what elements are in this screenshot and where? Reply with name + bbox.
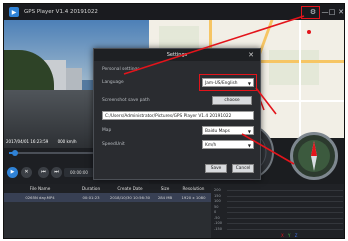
graph-tick-label: -100	[214, 221, 222, 225]
speed-unit-label: SpeedUnit	[102, 142, 125, 147]
col-resolution[interactable]: Resolution	[176, 184, 211, 193]
highlight-gear	[301, 6, 320, 19]
graph-gridline	[227, 212, 343, 213]
speed-unit-value: Km/h	[205, 143, 217, 148]
table-row[interactable]: 0265N day.MP4 00:01:23 2018/10/30 10:56:…	[4, 193, 211, 202]
osd-speed: 000 km/h	[57, 139, 77, 144]
graph-tick-label: 150	[214, 193, 221, 198]
personal-settings-label: Personal settings	[102, 67, 140, 72]
legend-x: X	[281, 233, 284, 238]
row-file-name: 0265N day.MP4	[25, 195, 55, 200]
play-button[interactable]: ▶	[7, 167, 18, 178]
compass-needle-icon	[311, 141, 317, 171]
graph-gridline	[227, 223, 343, 224]
highlight-language	[199, 74, 257, 91]
save-button[interactable]: Save	[205, 164, 227, 173]
col-duration[interactable]: Duration	[76, 184, 106, 193]
choose-button[interactable]: choose	[212, 96, 252, 105]
graph-tick-label: -50	[214, 215, 220, 220]
row-resolution: 1920 x 1080	[181, 195, 206, 200]
chevron-down-icon: ▼	[247, 143, 251, 148]
chevron-down-icon: ▼	[247, 129, 251, 134]
prev-button[interactable]: ⏮	[38, 167, 49, 178]
video-building	[66, 68, 82, 90]
file-table: File Name Duration Create Date Size Reso…	[4, 184, 211, 238]
col-create-date[interactable]: Create Date	[106, 184, 154, 193]
language-label: Language	[102, 80, 124, 85]
app-logo-icon: ▶	[9, 7, 19, 17]
screenshot-path-label: Screenshot save path	[102, 98, 150, 103]
settings-close-button[interactable]: ✕	[246, 49, 256, 61]
video-osd: 2017/04/01 16:23:59 000 km/h	[6, 139, 77, 144]
screenshot-path-field[interactable]: C:/Users/Administrator/Pictures/GPS Play…	[102, 111, 254, 120]
osd-datetime: 2017/04/01 16:23:59	[6, 139, 49, 144]
graph-tick-label: 50	[214, 204, 219, 209]
time-display: 00:00:00	[64, 168, 94, 177]
app-title: GPS Player V1.4 20191022	[24, 9, 98, 15]
map-select[interactable]: Baidu Maps ▼	[202, 126, 254, 135]
graph-gridline	[227, 228, 343, 230]
legend-y: Y	[288, 233, 291, 238]
graph-gridline	[227, 206, 343, 208]
file-table-header: File Name Duration Create Date Size Reso…	[4, 184, 211, 193]
close-button[interactable]: ✕	[336, 7, 344, 17]
graph-tick-label: -150	[214, 226, 222, 231]
gps-player-window: ▶ GPS Player V1.4 20191022 ⚙ — □ ✕ 2017/…	[3, 3, 345, 239]
graph-tick-label: 100	[214, 199, 221, 203]
col-size[interactable]: Size	[154, 184, 176, 193]
next-button[interactable]: ⏭	[51, 167, 62, 178]
map-label: Map	[102, 128, 112, 133]
speed-unit-select[interactable]: Km/h ▼	[202, 140, 254, 149]
row-size: 284 MB	[157, 195, 173, 200]
compass-gauge	[290, 132, 338, 180]
graph-gridline	[227, 217, 343, 219]
graph-gridline	[227, 190, 343, 191]
legend-z: Z	[294, 233, 298, 238]
gsensor-graph: 200 150 100 50 0 -50 -100 -150 X Y Z	[211, 184, 344, 238]
map-value: Baidu Maps	[205, 129, 230, 134]
row-duration: 00:01:23	[82, 195, 100, 200]
graph-tick-label: 200	[214, 188, 221, 192]
row-create-date: 2018/10/30 10:56:30	[109, 195, 151, 200]
title-bar: ▶ GPS Player V1.4 20191022 ⚙ — □ ✕	[4, 4, 344, 20]
seek-knob[interactable]	[12, 150, 18, 156]
graph-tick-label: 0	[214, 210, 217, 214]
settings-dialog: Settings ✕ Personal settings Language Ja…	[93, 48, 261, 180]
graph-legend: X Y Z	[281, 233, 298, 238]
settings-title: Settings	[94, 49, 260, 61]
cancel-button[interactable]: Cancel	[232, 164, 254, 173]
col-file-name[interactable]: File Name	[4, 184, 76, 193]
graph-gridline	[227, 201, 343, 202]
graph-gridline	[227, 195, 343, 197]
stop-button[interactable]: ✕	[21, 167, 32, 178]
